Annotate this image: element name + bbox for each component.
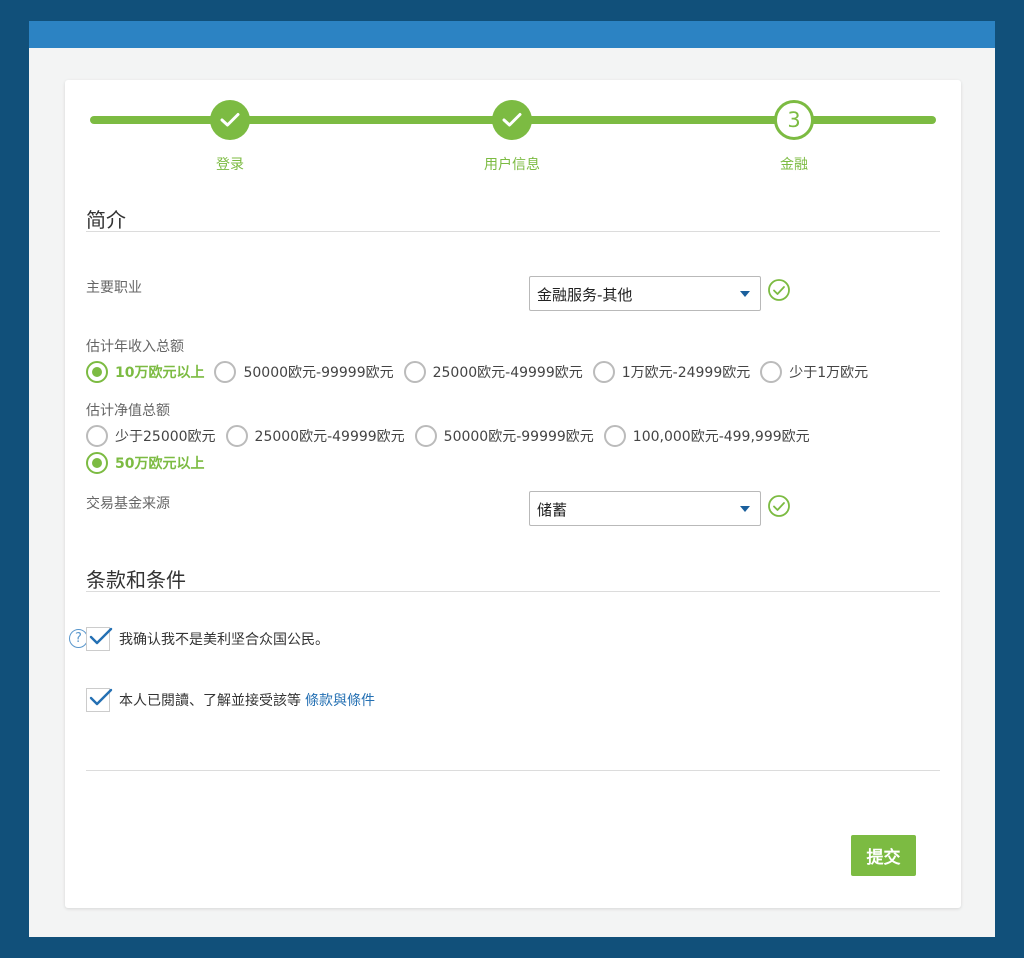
section-divider [86,231,940,232]
step-2-done-check-icon [492,100,532,140]
radio[interactable] [760,361,783,383]
agreement-checkbox[interactable] [86,688,113,712]
terms-link[interactable]: 條款與條件 [305,690,375,710]
net-worth-label: 估计净值总额 [86,403,170,419]
top-bar [29,21,995,48]
agreement-text: 本人已閱讀、了解並接受該等 [119,693,301,709]
section-divider [86,591,940,592]
step-3-label: 金融 [780,157,808,173]
net-worth-option-4[interactable]: 100,000欧元-499,999欧元 [603,425,810,447]
radio[interactable] [403,361,426,383]
app-frame: 登录 用户信息 3 金融 简介 主要职业 金融服务-其他 估计年收入总额 10万… [29,21,995,937]
us-citizen-checkbox[interactable] [86,627,113,651]
income-option-1[interactable]: 10万欧元以上 [86,361,204,383]
us-citizen-row: 我确认我不是美利坚合众国公民。 [86,627,329,651]
radio-selected[interactable] [86,361,108,383]
chevron-down-icon [740,291,750,297]
submit-button[interactable]: 提交 [851,835,916,876]
radio[interactable] [225,425,248,447]
radio[interactable] [603,425,626,447]
radio[interactable] [414,425,437,447]
valid-check-icon [768,495,790,517]
net-worth-option-1[interactable]: 少于25000欧元 [86,425,216,447]
net-worth-options: 少于25000欧元 25000欧元-49999欧元 50000欧元-99999欧… [86,424,820,448]
occupation-select[interactable]: 金融服务-其他 [529,276,761,311]
valid-check-icon [768,279,790,301]
form-card: 登录 用户信息 3 金融 简介 主要职业 金融服务-其他 估计年收入总额 10万… [65,80,961,908]
agreement-row: 本人已閱讀、了解並接受該等 條款與條件 [86,688,375,712]
occupation-label: 主要职业 [86,280,142,296]
net-worth-option-2[interactable]: 25000欧元-49999欧元 [225,425,405,447]
income-option-2[interactable]: 50000欧元-99999欧元 [214,361,394,383]
us-citizen-text: 我确认我不是美利坚合众国公民。 [119,632,329,648]
annual-income-options: 10万欧元以上 50000欧元-99999欧元 25000欧元-49999欧元 … [86,360,878,384]
radio[interactable] [86,425,108,447]
fund-source-label: 交易基金来源 [86,496,170,512]
net-worth-option-3[interactable]: 50000欧元-99999欧元 [414,425,594,447]
annual-income-label: 估计年收入总额 [86,339,184,355]
step-2-label: 用户信息 [484,157,540,173]
section-title-terms: 条款和条件 [86,568,186,592]
radio[interactable] [592,361,615,383]
chevron-down-icon [740,506,750,512]
step-3-current: 3 [774,100,814,140]
income-option-5[interactable]: 少于1万欧元 [760,361,868,383]
fund-source-select[interactable]: 储蓄 [529,491,761,526]
net-worth-option-5[interactable]: 50万欧元以上 [86,452,204,474]
radio-selected[interactable] [86,452,108,474]
section-title-profile: 简介 [86,208,126,232]
step-1-label: 登录 [216,157,244,173]
footer-divider [86,770,940,771]
occupation-value: 金融服务-其他 [537,286,633,304]
fund-source-value: 储蓄 [537,501,568,519]
net-worth-options-row-2: 50万欧元以上 [86,451,214,475]
income-option-4[interactable]: 1万欧元-24999欧元 [592,361,750,383]
income-option-3[interactable]: 25000欧元-49999欧元 [403,361,583,383]
radio[interactable] [214,361,237,383]
step-1-done-check-icon [210,100,250,140]
